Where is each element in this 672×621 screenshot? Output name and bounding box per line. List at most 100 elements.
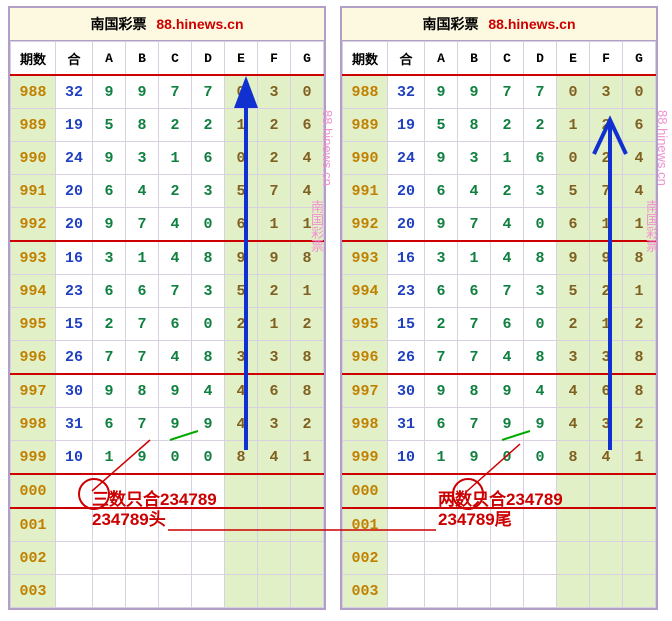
cell-issue: 988 [343,75,388,109]
cell-issue: 992 [11,208,56,242]
cell-c: 0 [159,441,192,475]
cell-issue: 991 [343,175,388,208]
cell-f: 1 [258,208,291,242]
cell-g [623,474,656,508]
panel-title: 南国彩票 88.hinews.cn [342,8,656,41]
anno-text: 234789尾 [438,510,563,530]
cell-e [225,508,258,542]
cell-g [623,542,656,575]
cell-issue: 993 [343,241,388,275]
cell-a: 7 [93,341,126,375]
cell-f: 2 [258,275,291,308]
cell-d: 9 [524,408,557,441]
cell-g: 0 [291,75,324,109]
cell-e: 4 [225,374,258,408]
cell-issue: 993 [11,241,56,275]
cell-b: 8 [126,374,159,408]
cell-f [590,575,623,608]
cell-f: 2 [258,142,291,175]
cell-a: 2 [425,308,458,341]
cell-e: 8 [225,441,258,475]
cell-b: 8 [458,374,491,408]
cell-c: 6 [159,308,192,341]
cell-a [93,542,126,575]
cell-g: 6 [291,109,324,142]
cell-he [388,508,425,542]
cell-f [590,474,623,508]
cell-a: 7 [425,341,458,375]
col-header: 合 [56,42,93,76]
watermark: 88.hinews.cn [655,110,670,186]
cell-c: 4 [159,241,192,275]
cell-f: 9 [590,241,623,275]
cell-g [291,542,324,575]
cell-f: 1 [590,208,623,242]
cell-d: 0 [192,208,225,242]
cell-issue: 990 [11,142,56,175]
cell-issue: 001 [11,508,56,542]
cell-he: 20 [388,208,425,242]
cell-e: 0 [225,75,258,109]
cell-e: 1 [557,109,590,142]
cell-c: 2 [491,109,524,142]
cell-c: 9 [491,408,524,441]
cell-e: 3 [225,341,258,375]
cell-he: 10 [388,441,425,475]
cell-f: 7 [590,175,623,208]
col-header: F [258,42,291,76]
cell-b: 7 [458,408,491,441]
cell-c: 7 [491,75,524,109]
cell-f [590,542,623,575]
cell-c [491,575,524,608]
cell-f: 6 [258,374,291,408]
col-header: G [291,42,324,76]
cell-g: 2 [291,308,324,341]
cell-c: 9 [159,374,192,408]
cell-e [225,575,258,608]
cell-he: 32 [56,75,93,109]
cell-f [258,508,291,542]
cell-issue: 996 [11,341,56,375]
cell-a: 9 [425,208,458,242]
cell-d: 6 [524,142,557,175]
cell-e: 8 [557,441,590,475]
cell-issue: 994 [11,275,56,308]
cell-d: 9 [192,408,225,441]
col-header: A [425,42,458,76]
site-url: 88.hinews.cn [488,16,575,32]
col-header: D [524,42,557,76]
cell-g: 4 [623,142,656,175]
cell-f: 2 [590,275,623,308]
cell-e: 5 [225,175,258,208]
cell-b: 7 [126,341,159,375]
cell-b: 7 [458,208,491,242]
watermark: 88.hinews.cn [320,110,335,186]
cell-f: 2 [590,109,623,142]
cell-c: 7 [159,275,192,308]
cell-e: 4 [225,408,258,441]
cell-he: 16 [56,241,93,275]
cell-c: 1 [159,142,192,175]
cell-f: 9 [258,241,291,275]
col-header: E [557,42,590,76]
cell-he: 30 [388,374,425,408]
cell-b: 6 [126,275,159,308]
cell-d: 6 [192,142,225,175]
cell-a: 9 [425,142,458,175]
col-header: B [126,42,159,76]
cell-issue: 000 [343,474,388,508]
cell-issue: 998 [343,408,388,441]
anno-text: 234789头 [92,510,217,530]
cell-d [192,542,225,575]
cell-d: 0 [524,208,557,242]
cell-e: 4 [557,408,590,441]
cell-a [425,542,458,575]
site-name: 南国彩票 [90,16,146,32]
col-header: D [192,42,225,76]
cell-d [192,575,225,608]
cell-g: 1 [291,275,324,308]
cell-f: 4 [258,441,291,475]
cell-b: 3 [126,142,159,175]
cell-c [159,575,192,608]
cell-f [258,575,291,608]
